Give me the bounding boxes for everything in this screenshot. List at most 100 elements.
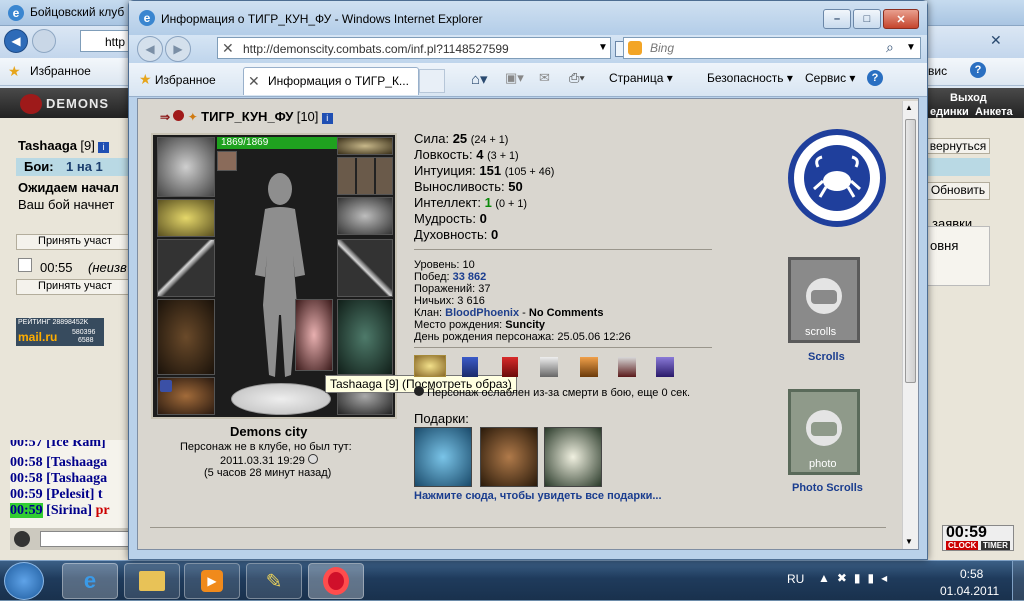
favorites-button[interactable]: ★ Избранное xyxy=(139,71,216,88)
accept-button-2[interactable]: Принять участ xyxy=(16,279,134,295)
scrolls-banner[interactable]: scrolls xyxy=(788,257,860,343)
scroll-down-button[interactable]: ▼ xyxy=(905,537,913,546)
help-icon[interactable]: ? xyxy=(970,62,986,78)
photo-banner[interactable]: photo xyxy=(788,389,860,475)
info-icon[interactable]: i xyxy=(321,113,333,124)
search-icon[interactable]: ⌕ xyxy=(886,39,894,56)
divider xyxy=(414,347,712,348)
clock-time[interactable]: 0:58 xyxy=(960,567,983,581)
star-icon[interactable]: ✕ xyxy=(990,32,1002,49)
amulet-slot[interactable] xyxy=(337,137,393,155)
accept-button-1[interactable]: Принять участ xyxy=(16,234,134,250)
help-icon[interactable]: ? xyxy=(867,70,883,86)
menu-service[interactable]: Сервис ▾ xyxy=(805,71,855,85)
info-list: Уровень: 10 Побед: 33 862 Поражений: 37 … xyxy=(414,259,631,343)
taskbar-explorer[interactable] xyxy=(124,563,180,599)
print-icon[interactable]: ⎙▾ xyxy=(569,70,585,86)
badge-icon[interactable] xyxy=(414,355,446,377)
badge-icon[interactable] xyxy=(618,357,636,377)
ring-slots[interactable] xyxy=(337,157,393,195)
return-button[interactable]: вернуться xyxy=(926,138,990,154)
clock-label[interactable]: CLOCK xyxy=(946,541,979,550)
dropdown-icon[interactable]: ▼ xyxy=(906,42,916,53)
new-tab-button[interactable] xyxy=(419,69,445,93)
taskbar-media-player[interactable]: ▶ xyxy=(184,563,240,599)
taskbar-paint[interactable]: ✎ xyxy=(246,563,302,599)
paint-icon: ✎ xyxy=(265,570,283,593)
close-button[interactable]: ✕ xyxy=(883,9,919,29)
taskbar-opera[interactable] xyxy=(308,563,364,599)
stat-row: Мудрость: 0 xyxy=(414,211,487,226)
rating-num-2: 6588 xyxy=(78,337,94,344)
clock-date[interactable]: 01.04.2011 xyxy=(940,584,999,598)
chat-input[interactable] xyxy=(40,531,132,547)
badge-row xyxy=(414,355,674,381)
badge-icon[interactable] xyxy=(656,357,674,377)
start-button[interactable] xyxy=(4,562,44,600)
gift-item[interactable] xyxy=(544,427,602,487)
address-box[interactable]: ✕ http://demonscity.combats.com/inf.pl?1… xyxy=(217,37,611,59)
gloves-slot[interactable] xyxy=(337,197,393,235)
minimize-button[interactable]: – xyxy=(823,9,851,29)
photo-caption[interactable]: Photo Scrolls xyxy=(792,482,863,494)
forward-button[interactable]: ▶ xyxy=(165,36,191,62)
refresh-button[interactable]: Обновить xyxy=(926,182,990,200)
header-link-profile[interactable]: Анкета xyxy=(975,106,1013,118)
helmet-slot[interactable] xyxy=(157,137,215,197)
maximize-button[interactable]: □ xyxy=(853,9,881,29)
player-name[interactable]: Tashaaga xyxy=(18,138,77,153)
rating-counter[interactable]: РЕЙТИНГ 28898452K mail.ru 580396 6588 xyxy=(16,318,104,346)
scroll-up-button[interactable]: ▲ xyxy=(905,103,913,112)
search-placeholder: Bing xyxy=(650,41,675,55)
taskbar-ie[interactable]: e xyxy=(62,563,118,599)
feeds-icon[interactable]: ▣▾ xyxy=(505,70,524,86)
clan-link[interactable]: BloodPhoenix xyxy=(445,307,519,319)
mail-icon[interactable]: ✉ xyxy=(539,70,550,86)
gift-item[interactable] xyxy=(414,427,472,487)
address-text: http://demonscity.combats.com/inf.pl?114… xyxy=(243,42,509,56)
page-scrollbar[interactable]: ▲ ▼ xyxy=(902,101,918,549)
exit-link[interactable]: Выход xyxy=(950,92,987,104)
legs-slot[interactable] xyxy=(337,299,393,375)
clock-widget[interactable]: 00:59 CLOCK TIMER xyxy=(942,524,1014,551)
forward-button[interactable] xyxy=(32,29,56,53)
armor-slot[interactable] xyxy=(157,299,215,375)
background-favorites-label[interactable]: Избранное xyxy=(30,64,91,78)
dropdown-icon[interactable]: ▼ xyxy=(598,42,608,53)
home-icon[interactable]: ⌂▾ xyxy=(471,70,488,88)
header-link-units[interactable]: единки xyxy=(930,106,969,118)
menu-page[interactable]: Страница ▾ xyxy=(609,71,673,85)
menu-security[interactable]: Безопасность ▾ xyxy=(707,71,793,85)
search-input[interactable]: Bing ⌕ ▼ xyxy=(623,37,921,59)
show-desktop-button[interactable] xyxy=(1012,561,1024,601)
scrolls-caption[interactable]: Scrolls xyxy=(808,351,845,363)
right-weapon-slot[interactable] xyxy=(337,239,393,297)
battles-tab[interactable]: 1 на 1 xyxy=(66,159,103,174)
clan-icon[interactable]: ✦ xyxy=(188,110,198,124)
chat-smile-icon[interactable] xyxy=(14,531,30,547)
scroll-thumb[interactable] xyxy=(905,119,916,383)
language-indicator[interactable]: RU xyxy=(787,572,804,586)
tray-icons[interactable]: ▲✖▮▮◂ xyxy=(818,571,894,585)
radio-icon[interactable] xyxy=(18,258,32,272)
scrolls-banner-text: scrolls xyxy=(805,326,837,338)
left-weapon-slot[interactable] xyxy=(157,239,215,297)
back-button[interactable]: ◀ xyxy=(4,29,28,53)
badge-icon[interactable] xyxy=(462,357,478,377)
tab-active[interactable]: ✕ Информация о ТИГР_К... xyxy=(243,67,419,95)
pet-slot[interactable] xyxy=(295,299,333,371)
back-button[interactable]: ◀ xyxy=(137,36,163,62)
timer-label[interactable]: TIMER xyxy=(981,541,1010,550)
background-address-box[interactable]: http xyxy=(80,30,130,52)
effect-slot[interactable] xyxy=(217,151,237,171)
badge-icon[interactable] xyxy=(540,357,558,377)
gift-item[interactable] xyxy=(480,427,538,487)
belt-slot[interactable] xyxy=(157,377,215,415)
info-icon[interactable]: i xyxy=(98,142,110,153)
bracer-slot[interactable] xyxy=(157,199,215,237)
city-emblem[interactable] xyxy=(788,129,886,227)
ie-title-bar[interactable]: e Информация о ТИГР_КУН_ФУ - Windows Int… xyxy=(129,1,927,35)
gifts-link[interactable]: Нажмите сюда, чтобы увидеть все подарки.… xyxy=(414,490,662,502)
badge-icon[interactable] xyxy=(502,357,518,377)
badge-icon[interactable] xyxy=(580,357,598,377)
